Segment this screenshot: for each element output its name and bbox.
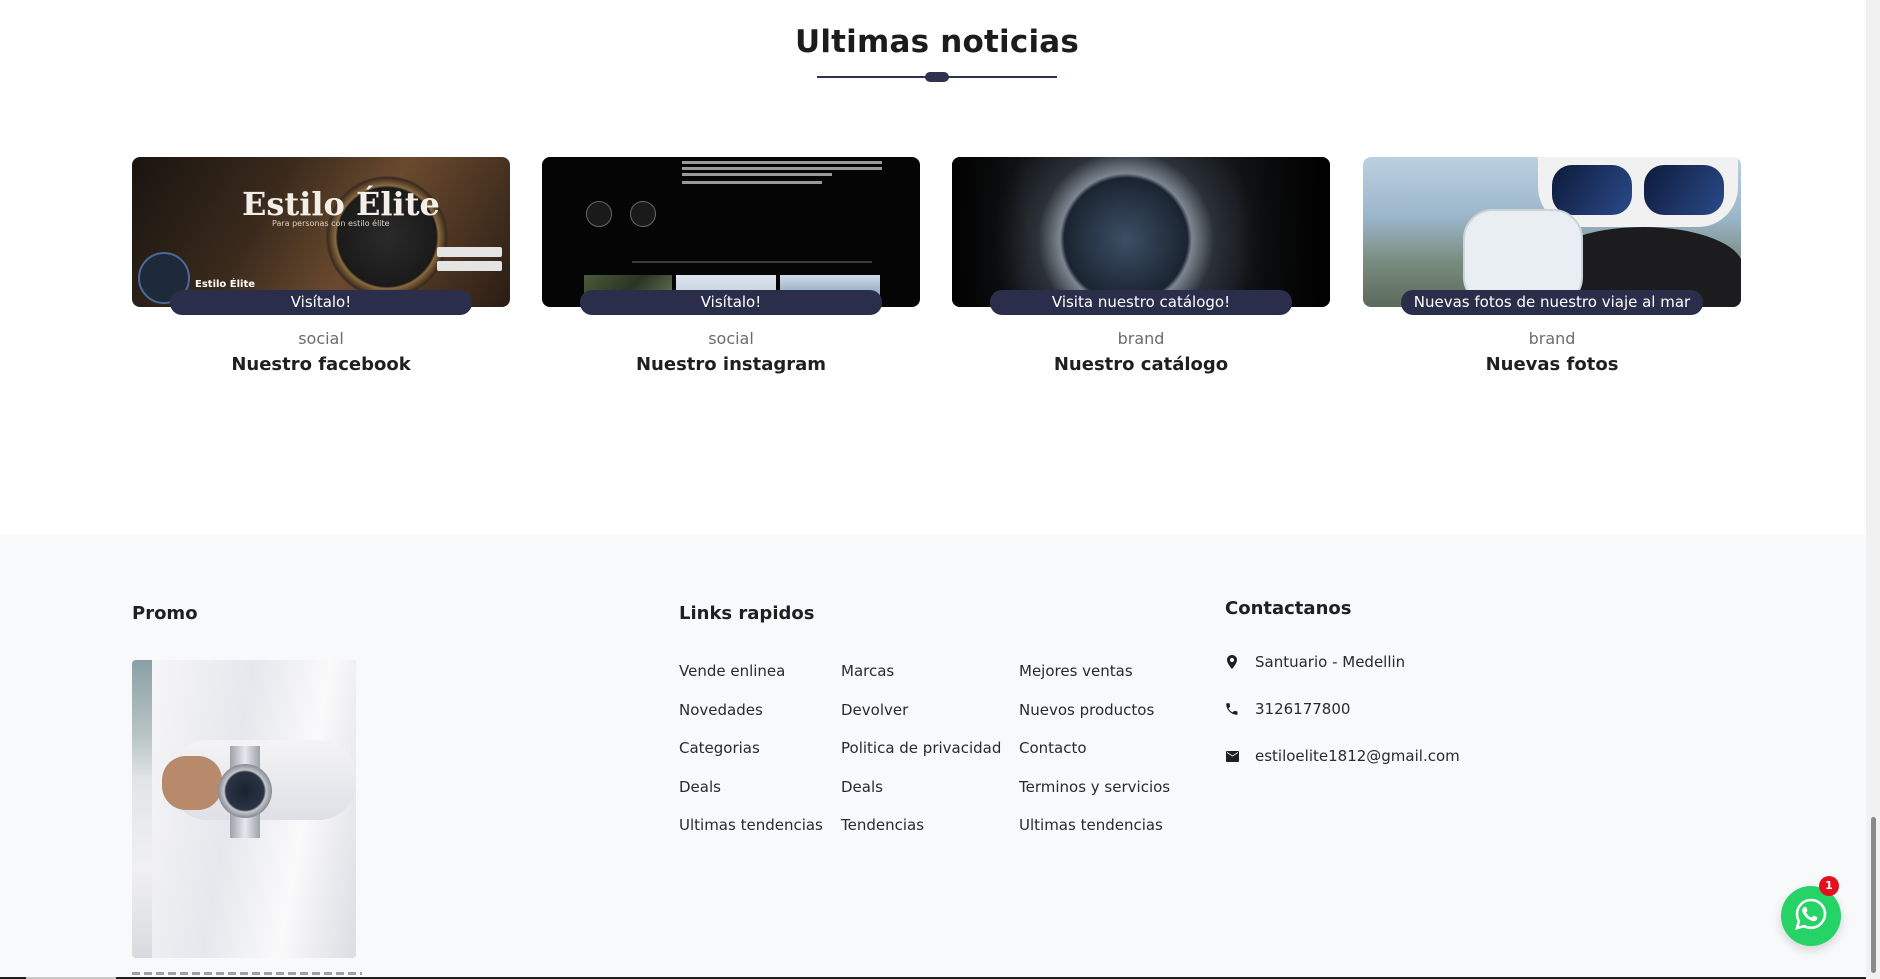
facebook-action-bar (437, 247, 502, 257)
contact-phone-text[interactable]: 3126177800 (1255, 700, 1350, 718)
contact-address-text: Santuario - Medellin (1255, 653, 1406, 671)
catalog-preview-image[interactable] (952, 157, 1330, 307)
whatsapp-icon (1794, 897, 1828, 935)
footer-link[interactable]: Politica de privacidad (841, 738, 1001, 777)
card-category: social (298, 329, 344, 348)
footer-link[interactable]: Nuevos productos (1019, 700, 1170, 739)
footer-link[interactable]: Vende enlinea (679, 661, 823, 700)
card-badge[interactable]: Visítalo! (580, 290, 882, 315)
footer-link[interactable]: Categorias (679, 738, 823, 777)
section-title: Ultimas noticias (794, 24, 1080, 60)
instagram-highlight-icon (586, 201, 612, 227)
promo-heading: Promo (132, 603, 198, 624)
card-badge[interactable]: Nuevas fotos de nuestro viaje al mar (1401, 290, 1703, 315)
contact-address: Santuario - Medellin (1225, 651, 1405, 673)
instagram-bio-line (682, 167, 882, 170)
card-category: brand (1117, 329, 1165, 348)
facebook-profile-name: Estilo Élite (195, 279, 256, 290)
footer-link[interactable]: Ultimas tendencias (679, 815, 823, 854)
links-column-2: Marcas Devolver Politica de privacidad D… (841, 661, 1001, 854)
title-divider-knob (925, 72, 949, 82)
mail-icon (1225, 749, 1239, 763)
footer-link[interactable]: Deals (679, 777, 823, 816)
scrollbar-thumb[interactable] (1871, 817, 1876, 973)
footer: Promo Links rapidos Vende enlinea Noveda… (0, 535, 1866, 979)
catalog-vignette (952, 157, 1330, 307)
promo-caption-cutoff (132, 967, 382, 975)
facebook-brand-subtext: Para personas con estilo élite (272, 219, 390, 228)
facebook-brand-text: Estilo Élite (242, 185, 440, 223)
card-title[interactable]: Nuestro catálogo (952, 354, 1330, 375)
location-pin-icon (1225, 655, 1239, 669)
instagram-tabs (632, 261, 872, 263)
phone-icon (1225, 702, 1239, 716)
card-category: social (708, 329, 754, 348)
footer-link[interactable]: Contacto (1019, 738, 1170, 777)
instagram-preview-image[interactable] (542, 157, 920, 307)
footer-link[interactable]: Novedades (679, 700, 823, 739)
news-section: Ultimas noticias Estilo Élite Para perso… (0, 0, 1866, 535)
footer-link[interactable]: Mejores ventas (1019, 661, 1170, 700)
card-badge[interactable]: Visita nuestro catálogo! (990, 290, 1292, 315)
lens-graphic (1552, 165, 1632, 215)
contact-email-text[interactable]: estiloelite1812@gmail.com (1255, 747, 1460, 765)
footer-link[interactable]: Ultimas tendencias (1019, 815, 1170, 854)
footer-link[interactable]: Tendencias (841, 815, 1001, 854)
whatsapp-notification-badge: 1 (1819, 876, 1839, 896)
footer-link[interactable]: Deals (841, 777, 1001, 816)
links-heading: Links rapidos (679, 603, 815, 624)
instagram-bio-line (682, 173, 832, 176)
promo-image[interactable] (132, 660, 356, 958)
card-badge[interactable]: Visítalo! (170, 290, 472, 315)
footer-link[interactable]: Marcas (841, 661, 1001, 700)
facebook-preview-image[interactable]: Estilo Élite Para personas con estilo él… (132, 157, 510, 307)
card-title[interactable]: Nuevas fotos (1363, 354, 1741, 375)
photos-preview-image[interactable] (1363, 157, 1741, 307)
instagram-bio-line (682, 181, 822, 184)
contact-email[interactable]: estiloelite1812@gmail.com (1225, 745, 1460, 767)
links-column-3: Mejores ventas Nuevos productos Contacto… (1019, 661, 1170, 854)
instagram-bio-line (682, 161, 882, 164)
facebook-action-bar (437, 261, 502, 271)
card-category: brand (1528, 329, 1576, 348)
lens-graphic (1644, 165, 1724, 215)
watch-graphic (218, 764, 272, 818)
footer-link[interactable]: Terminos y servicios (1019, 777, 1170, 816)
card-title[interactable]: Nuestro instagram (542, 354, 920, 375)
contact-phone[interactable]: 3126177800 (1225, 698, 1350, 720)
links-column-1: Vende enlinea Novedades Categorias Deals… (679, 661, 823, 854)
hand-graphic (162, 756, 222, 810)
footer-link[interactable]: Devolver (841, 700, 1001, 739)
contact-heading: Contactanos (1225, 598, 1352, 619)
instagram-add-highlight-icon (630, 201, 656, 227)
card-title[interactable]: Nuestro facebook (132, 354, 510, 375)
